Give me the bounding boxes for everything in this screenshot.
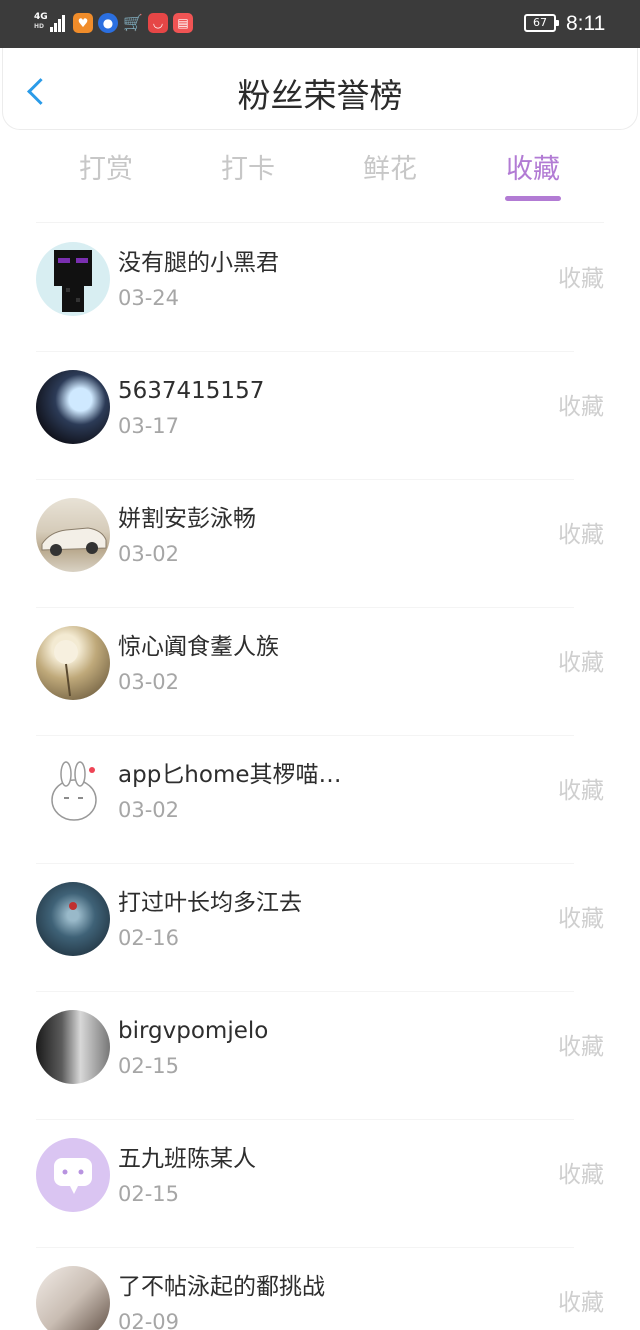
header: 粉丝荣誉榜 <box>2 48 638 130</box>
list-item[interactable]: birgvpomjelo 02-15 收藏 <box>0 992 640 1120</box>
user-name: 没有腿的小黑君 <box>118 250 279 276</box>
page-title: 粉丝荣誉榜 <box>237 76 403 115</box>
store-app-icon: ◡ <box>148 13 168 33</box>
favorite-label: 收藏 <box>558 1290 604 1316</box>
avatar <box>36 1266 110 1330</box>
user-name: 了不帖泳起的鄱挑战 <box>118 1274 325 1300</box>
list-item[interactable]: 5637415157 03-17 收藏 <box>0 352 640 480</box>
favorite-label: 收藏 <box>558 1034 604 1060</box>
network-indicator: 4G HD <box>34 12 48 32</box>
user-name: birgvpomjelo <box>118 1018 269 1044</box>
active-tab-indicator <box>505 196 561 201</box>
list-item[interactable]: 了不帖泳起的鄱挑战 02-09 收藏 <box>0 1248 640 1330</box>
tab-checkin[interactable]: 打卡 <box>221 152 275 188</box>
favorite-label: 收藏 <box>558 394 604 420</box>
favorite-label: 收藏 <box>558 906 604 932</box>
list-item[interactable]: 惊心阗食耋人族 03-02 收藏 <box>0 608 640 736</box>
user-name: 惊心阗食耋人族 <box>118 634 279 660</box>
avatar <box>36 242 110 316</box>
favorite-date: 03-02 <box>118 670 180 694</box>
favorite-date: 02-16 <box>118 926 180 950</box>
favorite-date: 03-02 <box>118 798 180 822</box>
list-item[interactable]: 没有腿的小黑君 03-24 收藏 <box>0 224 640 352</box>
favorite-date: 02-09 <box>118 1310 180 1330</box>
status-bar: 4G HD ♥ ● 🛒 ◡ ▤ 67 8:11 <box>0 0 640 48</box>
battery-icon: 67 <box>524 14 559 32</box>
reader-app-icon: ▤ <box>173 13 193 33</box>
divider <box>36 222 604 223</box>
browser-app-icon: ● <box>98 13 118 33</box>
shopping-cart-icon: 🛒 <box>123 13 143 32</box>
avatar <box>36 754 110 828</box>
network-sub: HD <box>34 23 45 30</box>
list-item[interactable]: 姘割安彭泳畅 03-02 收藏 <box>0 480 640 608</box>
favorite-label: 收藏 <box>558 650 604 676</box>
favorite-date: 02-15 <box>118 1054 180 1078</box>
favorite-date: 02-15 <box>118 1182 180 1206</box>
avatar <box>36 498 110 572</box>
clock: 8:11 <box>566 12 606 35</box>
health-app-icon: ♥ <box>73 13 93 33</box>
favorite-label: 收藏 <box>558 778 604 804</box>
list-item[interactable]: 五九班陈某人 02-15 收藏 <box>0 1120 640 1248</box>
tab-bar: 打赏 打卡 鲜花 收藏 <box>0 146 640 206</box>
tab-favorites[interactable]: 收藏 <box>506 152 560 188</box>
signal-strength-icon <box>50 14 68 32</box>
favorite-label: 收藏 <box>558 1162 604 1188</box>
favorite-date: 03-17 <box>118 414 180 438</box>
user-name: 姘割安彭泳畅 <box>118 506 256 532</box>
network-type: 4G <box>34 12 48 22</box>
user-name: 五九班陈某人 <box>118 1146 256 1172</box>
user-name: app匕home其椤喵… <box>118 762 342 788</box>
tab-flowers[interactable]: 鲜花 <box>363 152 417 188</box>
user-name: 5637415157 <box>118 378 265 404</box>
user-name: 打过叶长均多江去 <box>118 890 302 916</box>
avatar <box>36 882 110 956</box>
tab-reward[interactable]: 打赏 <box>79 152 133 188</box>
favorite-label: 收藏 <box>558 266 604 292</box>
avatar <box>36 626 110 700</box>
favorite-label: 收藏 <box>558 522 604 548</box>
list-item[interactable]: 打过叶长均多江去 02-16 收藏 <box>0 864 640 992</box>
list-item[interactable]: app匕home其椤喵… 03-02 收藏 <box>0 736 640 864</box>
avatar <box>36 1138 110 1212</box>
avatar <box>36 1010 110 1084</box>
avatar <box>36 370 110 444</box>
favorite-date: 03-02 <box>118 542 180 566</box>
favorite-date: 03-24 <box>118 286 180 310</box>
